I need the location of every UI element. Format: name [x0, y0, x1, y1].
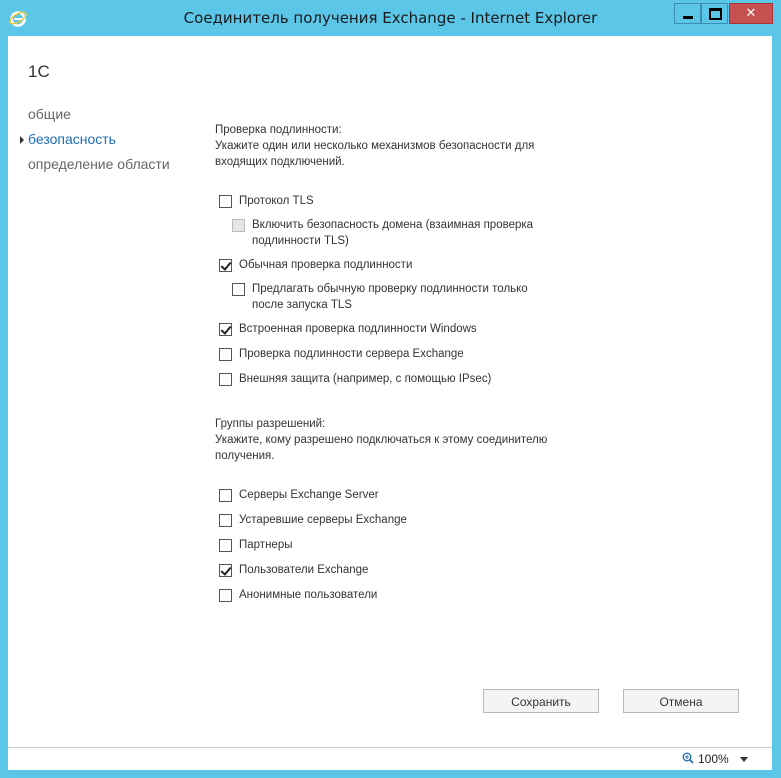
save-button[interactable]: Сохранить — [483, 689, 599, 713]
auth-heading: Проверка подлинности: — [215, 124, 342, 136]
anonymous-users-checkbox[interactable] — [219, 589, 232, 602]
minimize-button[interactable] — [674, 3, 701, 24]
page-title: 1С — [28, 62, 50, 81]
zoom-level[interactable]: 100% — [698, 752, 729, 766]
external-security-checkbox[interactable] — [219, 373, 232, 386]
tls-label: Протокол TLS — [239, 195, 314, 207]
domain-security-label: Включить безопасность домена (взаимная п… — [252, 219, 534, 247]
nav-item-security[interactable]: безопасность — [28, 131, 116, 147]
partners-checkbox[interactable] — [219, 539, 232, 552]
exchange-users-checkbox[interactable] — [219, 564, 232, 577]
basic-after-tls-label: Предлагать обычную проверку подлинности … — [252, 283, 528, 311]
permissions-description: Укажите, кому разрешено подключаться к э… — [215, 434, 548, 462]
nav-selected-arrow-icon — [20, 136, 24, 144]
zoom-dropdown-chevron-down-icon[interactable] — [740, 757, 748, 762]
title-bar[interactable]: Соединитель получения Exchange - Interne… — [0, 0, 781, 36]
nav-item-general[interactable]: общие — [28, 106, 71, 122]
partners-label: Партнеры — [239, 539, 293, 551]
exchange-server-auth-checkbox[interactable] — [219, 348, 232, 361]
cancel-button[interactable]: Отмена — [623, 689, 739, 713]
anonymous-users-label: Анонимные пользователи — [239, 589, 378, 601]
exchange-users-label: Пользователи Exchange — [239, 564, 369, 576]
exchange-servers-checkbox[interactable] — [219, 489, 232, 502]
permissions-heading: Группы разрешений: — [215, 418, 326, 430]
external-security-label: Внешняя защита (например, с помощью IPse… — [239, 373, 492, 385]
legacy-servers-checkbox[interactable] — [219, 514, 232, 527]
page-content: 1С общие безопасность определение област… — [8, 36, 772, 747]
basic-auth-checkbox[interactable] — [219, 259, 232, 272]
windows-auth-label: Встроенная проверка подлинности Windows — [239, 323, 477, 335]
nav-item-scope[interactable]: определение области — [28, 156, 170, 172]
tls-checkbox[interactable] — [219, 195, 232, 208]
close-icon: ✕ — [745, 5, 757, 20]
windows-auth-checkbox[interactable] — [219, 323, 232, 336]
exchange-server-auth-label: Проверка подлинности сервера Exchange — [239, 348, 464, 360]
legacy-servers-label: Устаревшие серверы Exchange — [239, 514, 407, 526]
status-bar: 100% — [8, 747, 772, 770]
window-title: Соединитель получения Exchange - Interne… — [183, 9, 598, 27]
basic-auth-label: Обычная проверка подлинности — [239, 259, 413, 271]
basic-after-tls-checkbox[interactable] — [232, 283, 245, 296]
domain-security-checkbox — [232, 219, 245, 232]
auth-description: Укажите один или несколько механизмов бе… — [215, 140, 535, 168]
close-button[interactable]: ✕ — [729, 3, 773, 24]
zoom-icon[interactable] — [682, 752, 694, 764]
maximize-button[interactable] — [701, 3, 728, 24]
exchange-servers-label: Серверы Exchange Server — [239, 489, 379, 501]
browser-window: Соединитель получения Exchange - Interne… — [0, 0, 781, 778]
